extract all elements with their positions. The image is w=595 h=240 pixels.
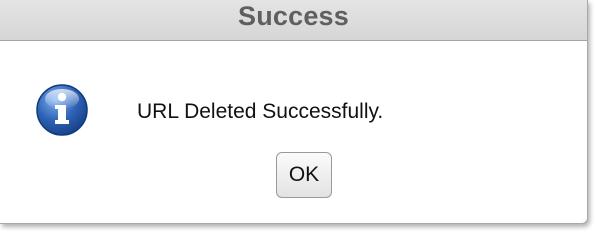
dialog-title: Success (238, 0, 349, 31)
ok-button[interactable]: OK (276, 152, 332, 198)
dialog-titlebar[interactable]: Success (0, 0, 587, 41)
info-icon (34, 82, 90, 138)
dialog-message: URL Deleted Successfully. (137, 100, 384, 123)
success-dialog: Success URL Deleted Successfully. OK (0, 0, 588, 224)
